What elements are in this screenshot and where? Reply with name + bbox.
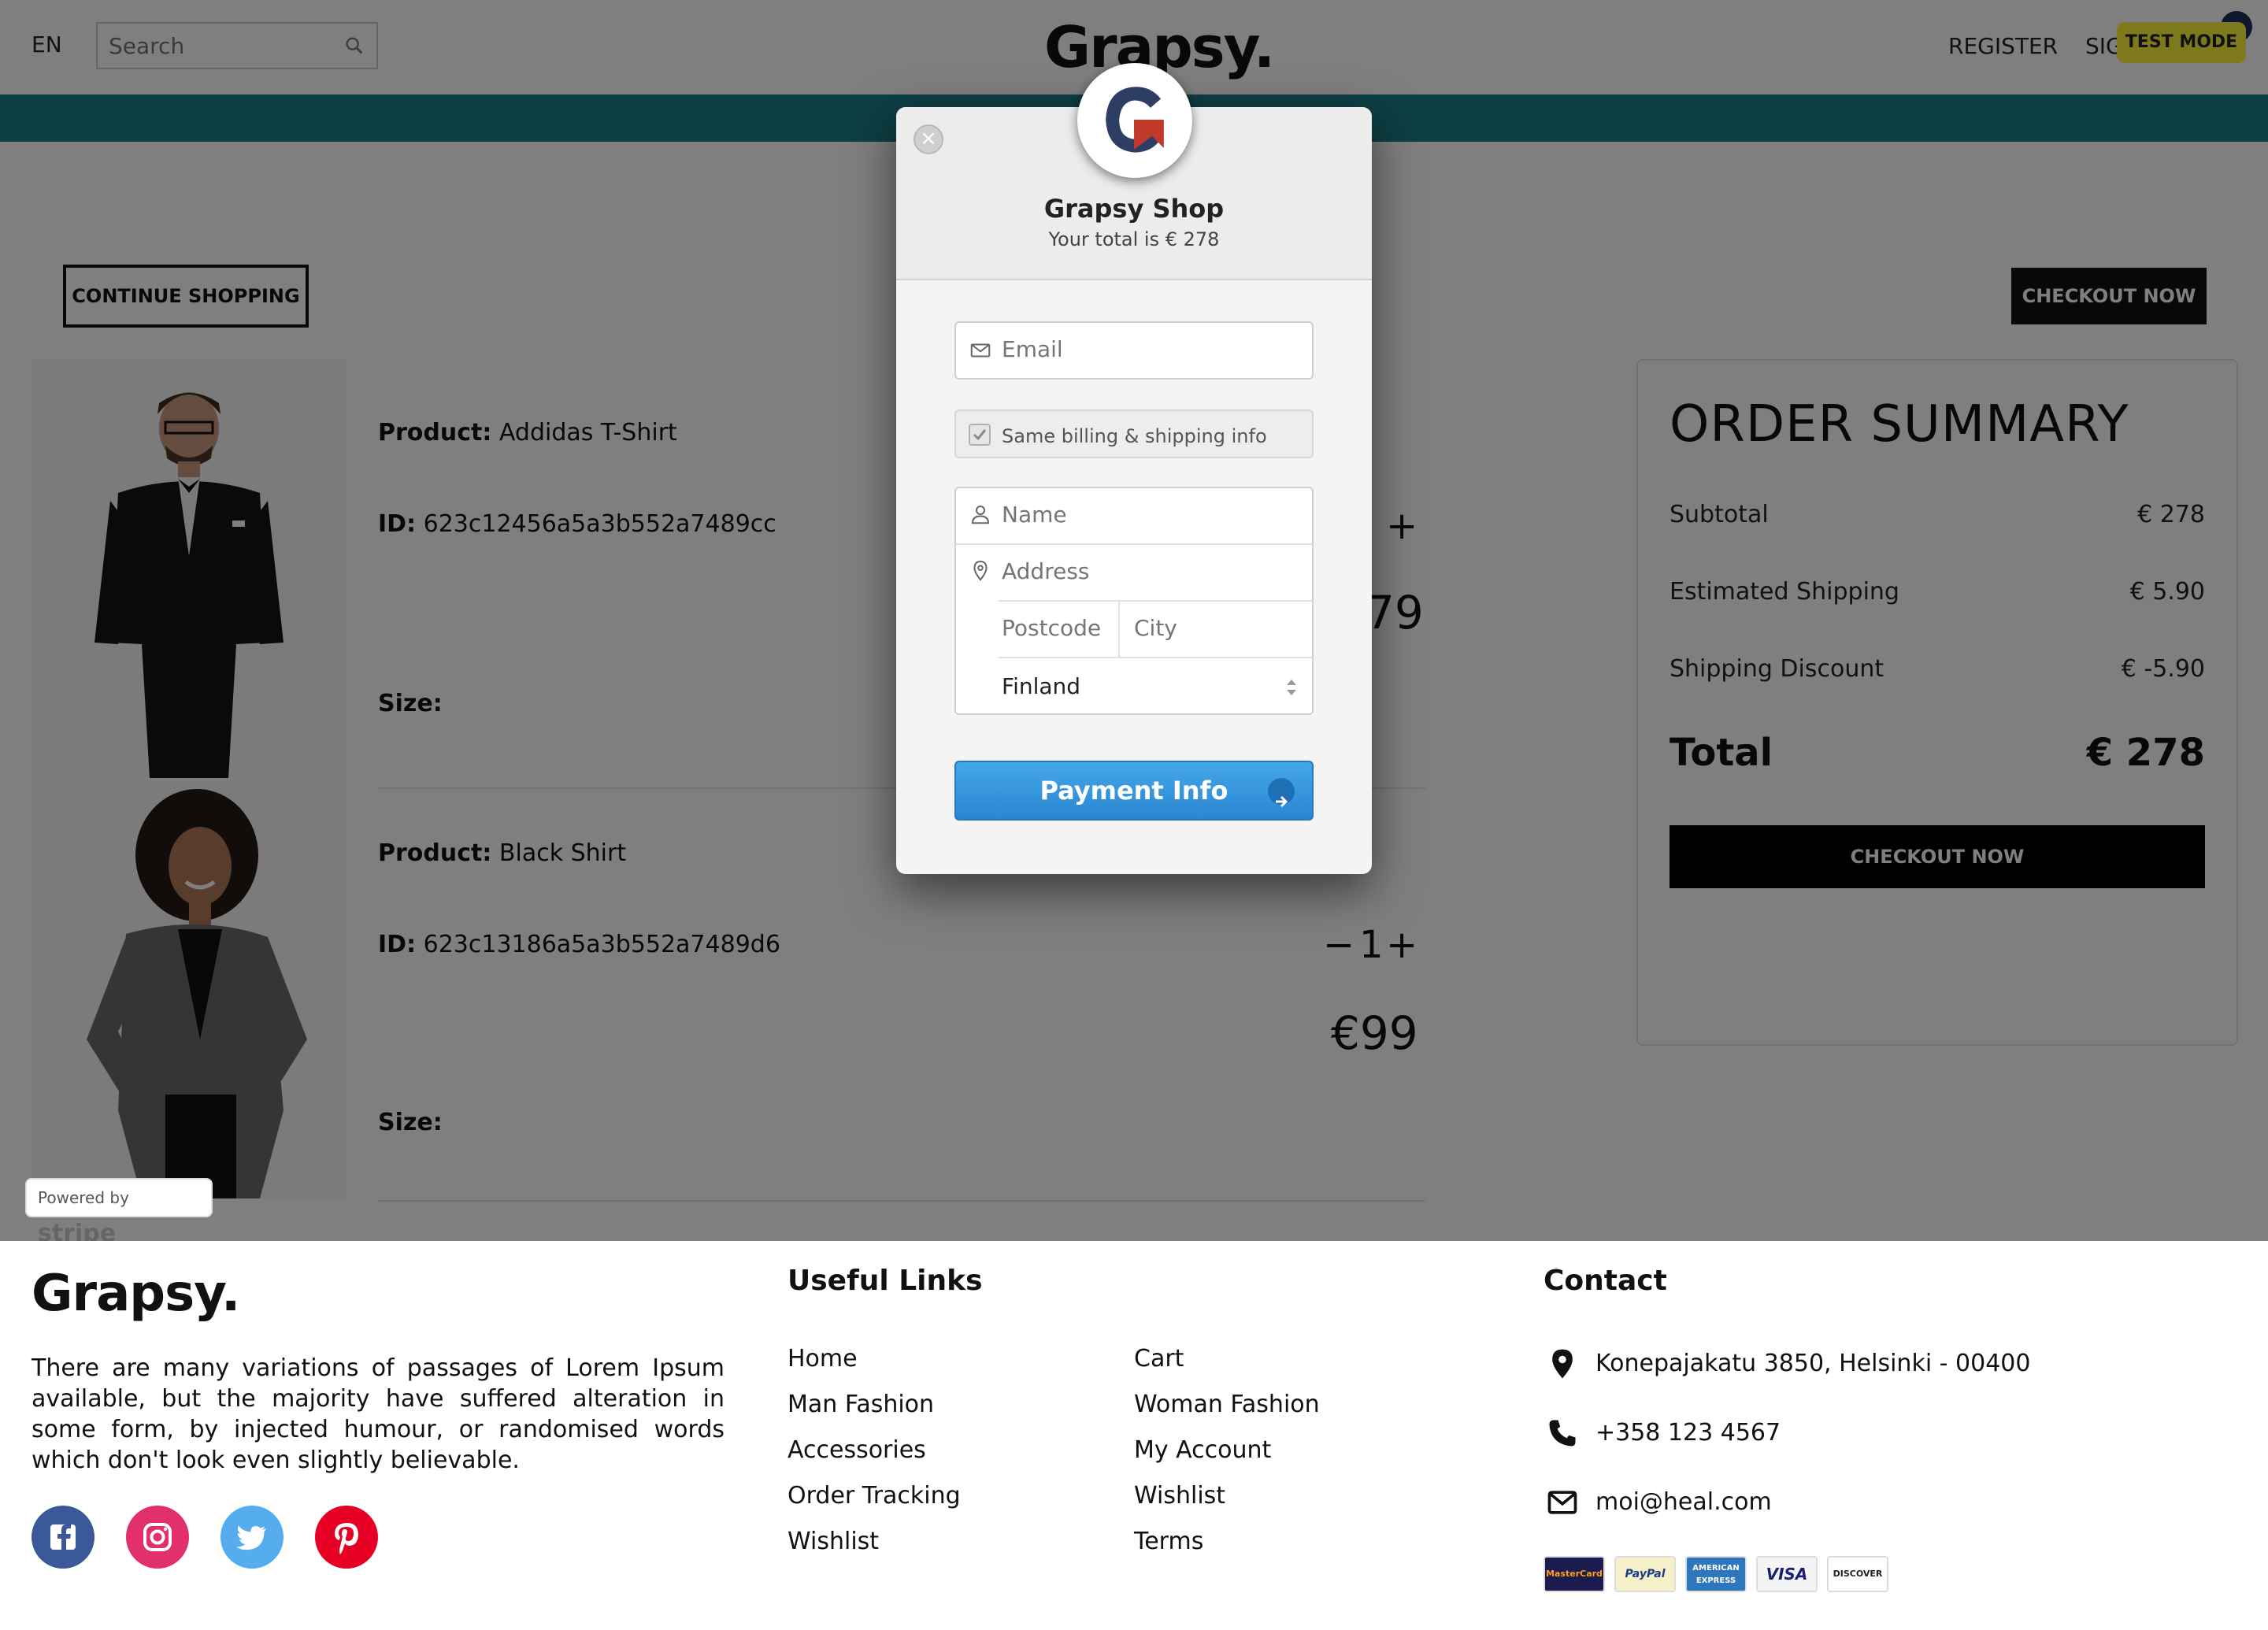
footer-description: There are many variations of passages of… [32, 1354, 724, 1474]
email-field[interactable] [954, 321, 1314, 380]
footer-logo[interactable]: Grapsy. [32, 1265, 240, 1323]
useful-links-title: Useful Links [788, 1265, 983, 1297]
shipping-address-group: Finland [954, 487, 1314, 715]
discover-icon: DISCOVER [1827, 1556, 1888, 1592]
contact-email[interactable]: moi@heal.com [1595, 1488, 1772, 1516]
site-footer: Grapsy. There are many variations of pas… [0, 1241, 2268, 1630]
contact-phone[interactable]: +358 123 4567 [1595, 1419, 1781, 1447]
footer-link-wishlist-2[interactable]: Wishlist [1134, 1482, 1225, 1510]
same-billing-checkbox[interactable]: Same billing & shipping info [954, 409, 1314, 458]
mail-icon [1547, 1491, 1577, 1514]
facebook-icon[interactable] [32, 1506, 94, 1569]
stripe-powered-text: Powered by [38, 1188, 129, 1207]
payment-info-button[interactable]: Payment Info [954, 761, 1314, 821]
footer-link-cart[interactable]: Cart [1134, 1345, 1184, 1373]
payment-info-label: Payment Info [1040, 776, 1228, 806]
close-icon[interactable]: × [914, 124, 943, 154]
pinterest-icon[interactable] [315, 1506, 378, 1569]
shop-logo-icon [1077, 63, 1192, 178]
email-input[interactable] [1002, 323, 1301, 376]
footer-link-home[interactable]: Home [788, 1345, 858, 1373]
modal-total-text: Your total is € 278 [1048, 228, 1220, 250]
mail-icon [970, 343, 991, 357]
instagram-icon[interactable] [126, 1506, 189, 1569]
twitter-icon[interactable] [220, 1506, 284, 1569]
location-pin-icon [1552, 1349, 1573, 1379]
footer-link-order-tracking[interactable]: Order Tracking [788, 1482, 961, 1510]
footer-link-my-account[interactable]: My Account [1134, 1436, 1271, 1464]
country-select[interactable]: Finland [1002, 658, 1301, 715]
footer-link-man-fashion[interactable]: Man Fashion [788, 1391, 934, 1418]
contact-address: Konepajakatu 3850, Helsinki - 00400 [1595, 1350, 2031, 1377]
location-pin-icon [973, 561, 988, 581]
powered-by-stripe-badge[interactable]: Powered by stripe [25, 1178, 213, 1247]
same-billing-label: Same billing & shipping info [1002, 425, 1267, 447]
name-input[interactable] [1002, 488, 1301, 542]
mastercard-icon: MasterCard [1544, 1556, 1605, 1592]
address-input[interactable] [1002, 545, 1301, 598]
footer-link-terms[interactable]: Terms [1134, 1528, 1203, 1555]
contact-title: Contact [1544, 1265, 1667, 1297]
footer-link-accessories[interactable]: Accessories [788, 1436, 926, 1464]
stripe-checkout-modal: × Grapsy Shop Your total is € 278 Same b… [896, 63, 1372, 874]
amex-icon: AMERICAN EXPRESS [1685, 1556, 1747, 1592]
person-icon [971, 506, 990, 524]
footer-link-woman-fashion[interactable]: Woman Fashion [1134, 1391, 1320, 1418]
footer-link-wishlist[interactable]: Wishlist [788, 1528, 879, 1555]
postcode-input[interactable] [1002, 602, 1120, 655]
arrow-right-icon [1268, 778, 1295, 808]
visa-icon: VISA [1756, 1556, 1818, 1592]
paypal-icon: PayPal [1614, 1556, 1676, 1592]
field-divider [1118, 602, 1120, 657]
phone-icon [1549, 1420, 1576, 1447]
city-input[interactable] [1134, 602, 1299, 655]
modal-shop-name: Grapsy Shop [1043, 194, 1225, 224]
select-arrows-icon[interactable] [1284, 676, 1299, 699]
checkbox-icon[interactable] [969, 424, 991, 446]
